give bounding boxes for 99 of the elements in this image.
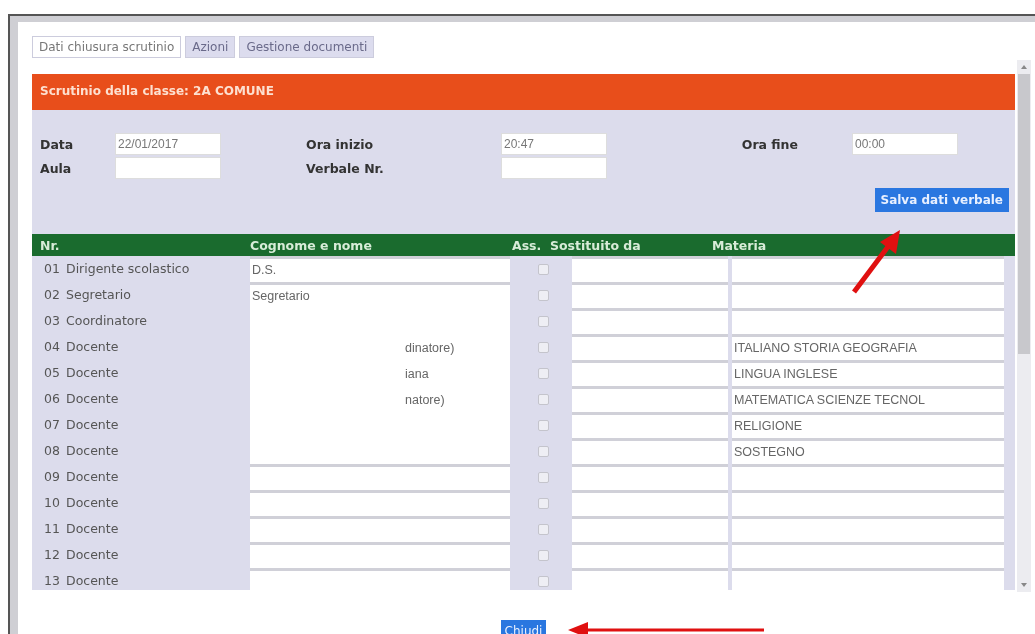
- tab[interactable]: Dati chiusura scrutinio: [32, 36, 182, 58]
- column-header: Ass.: [512, 237, 543, 253]
- substitute-field[interactable]: [572, 412, 728, 438]
- substitute-field[interactable]: [572, 464, 728, 490]
- field-label: Verbale Nr.: [306, 160, 385, 176]
- name-field[interactable]: [250, 464, 510, 490]
- absent-checkbox[interactable]: [537, 497, 549, 509]
- substitute-field[interactable]: [572, 308, 728, 334]
- name-field[interactable]: natore): [250, 386, 510, 412]
- substitute-field[interactable]: [572, 516, 728, 542]
- arrow-icon: [566, 620, 766, 634]
- row-number: 03: [43, 312, 61, 330]
- substitute-field[interactable]: [572, 256, 728, 282]
- date-field[interactable]: 22/01/2017: [115, 133, 221, 155]
- absent-checkbox[interactable]: [537, 341, 549, 353]
- subject-field[interactable]: [732, 542, 1004, 568]
- table-cell-text: Dirigente scolastico: [66, 260, 191, 278]
- row-number: 09: [43, 468, 61, 486]
- table-cell-text: Docente: [66, 494, 120, 512]
- row-number: 07: [43, 416, 61, 434]
- subject-field[interactable]: [732, 282, 1004, 308]
- substitute-field[interactable]: [572, 282, 728, 308]
- row-number: 06: [43, 390, 61, 408]
- save-button[interactable]: Salva dati verbale: [874, 188, 1009, 212]
- column-header: Cognome e nome: [250, 237, 373, 253]
- absent-checkbox[interactable]: [537, 575, 549, 587]
- absent-checkbox[interactable]: [537, 419, 549, 431]
- absent-checkbox[interactable]: [537, 471, 549, 483]
- subject-field[interactable]: [732, 516, 1004, 542]
- class-title-bar: Scrutinio della classe: 2A COMUNE: [32, 74, 1015, 110]
- scroll-down-icon[interactable]: [1020, 582, 1028, 588]
- field-label: Ora inizio: [306, 136, 375, 152]
- tab[interactable]: Gestione documenti: [239, 36, 375, 58]
- table-cell-text: Segretario: [66, 286, 132, 304]
- absent-checkbox[interactable]: [537, 315, 549, 327]
- table-cell-text: Docente: [66, 520, 120, 538]
- field-label: Aula: [40, 160, 73, 176]
- subject-field[interactable]: RELIGIONE: [732, 412, 1004, 438]
- subject-field[interactable]: [732, 490, 1004, 516]
- row-number: 13: [43, 572, 61, 590]
- field-label: Ora fine: [740, 136, 798, 152]
- row-number: 12: [43, 546, 61, 564]
- scroll-up-icon[interactable]: [1020, 64, 1028, 70]
- name-field[interactable]: [250, 490, 510, 516]
- column-header: Sostituito da: [550, 237, 642, 253]
- name-field[interactable]: [250, 542, 510, 568]
- tab[interactable]: Azioni: [185, 36, 236, 58]
- name-field[interactable]: [250, 568, 510, 590]
- substitute-field[interactable]: [572, 542, 728, 568]
- subject-field[interactable]: ITALIANO STORIA GEOGRAFIA: [732, 334, 1004, 360]
- table-cell-text: Docente: [66, 338, 120, 356]
- name-field[interactable]: D.S.: [250, 256, 510, 282]
- room-field[interactable]: [115, 157, 221, 179]
- subject-field[interactable]: [732, 308, 1004, 334]
- field-label: Data: [40, 136, 75, 152]
- row-number: 05: [43, 364, 61, 382]
- subject-field[interactable]: LINGUA INGLESE: [732, 360, 1004, 386]
- table-cell-text: Docente: [66, 572, 120, 590]
- name-field[interactable]: Segretario: [250, 282, 510, 308]
- subject-field[interactable]: [732, 256, 1004, 282]
- absent-checkbox[interactable]: [537, 289, 549, 301]
- table-cell-text: Docente: [66, 416, 120, 434]
- name-field[interactable]: [250, 516, 510, 542]
- column-header: Nr.: [39, 237, 61, 253]
- name-field[interactable]: iana: [250, 360, 510, 386]
- substitute-field[interactable]: [572, 334, 728, 360]
- substitute-field[interactable]: [572, 360, 728, 386]
- absent-checkbox[interactable]: [537, 445, 549, 457]
- substitute-field[interactable]: [572, 438, 728, 464]
- absent-checkbox[interactable]: [537, 523, 549, 535]
- end-time-field[interactable]: 00:00: [852, 133, 958, 155]
- row-number: 02: [43, 286, 61, 304]
- absent-checkbox[interactable]: [537, 367, 549, 379]
- table-cell-text: Docente: [66, 468, 120, 486]
- row-number: 01: [43, 260, 61, 278]
- subject-field[interactable]: SOSTEGNO: [732, 438, 1004, 464]
- substitute-field[interactable]: [572, 568, 728, 590]
- row-number: 04: [43, 338, 61, 356]
- subject-field[interactable]: [732, 568, 1004, 590]
- table-cell-text: Docente: [66, 390, 120, 408]
- table-cell-text: Docente: [66, 442, 120, 460]
- absent-checkbox[interactable]: [537, 549, 549, 561]
- substitute-field[interactable]: [572, 386, 728, 412]
- column-header: Materia: [712, 237, 768, 253]
- scrollbar[interactable]: [1017, 60, 1031, 592]
- row-number: 11: [43, 520, 61, 538]
- row-number: 08: [43, 442, 61, 460]
- table-cell-text: Docente: [66, 546, 120, 564]
- report-number-field[interactable]: [501, 157, 607, 179]
- absent-checkbox[interactable]: [537, 263, 549, 275]
- name-field[interactable]: dinatore): [250, 334, 510, 360]
- subject-field[interactable]: [732, 464, 1004, 490]
- table-cell-text: Docente: [66, 364, 120, 382]
- substitute-field[interactable]: [572, 490, 728, 516]
- row-number: 10: [43, 494, 61, 512]
- start-time-field[interactable]: 20:47: [501, 133, 607, 155]
- subject-field[interactable]: MATEMATICA SCIENZE TECNOL: [732, 386, 1004, 412]
- absent-checkbox[interactable]: [537, 393, 549, 405]
- table-cell-text: Coordinatore: [66, 312, 149, 330]
